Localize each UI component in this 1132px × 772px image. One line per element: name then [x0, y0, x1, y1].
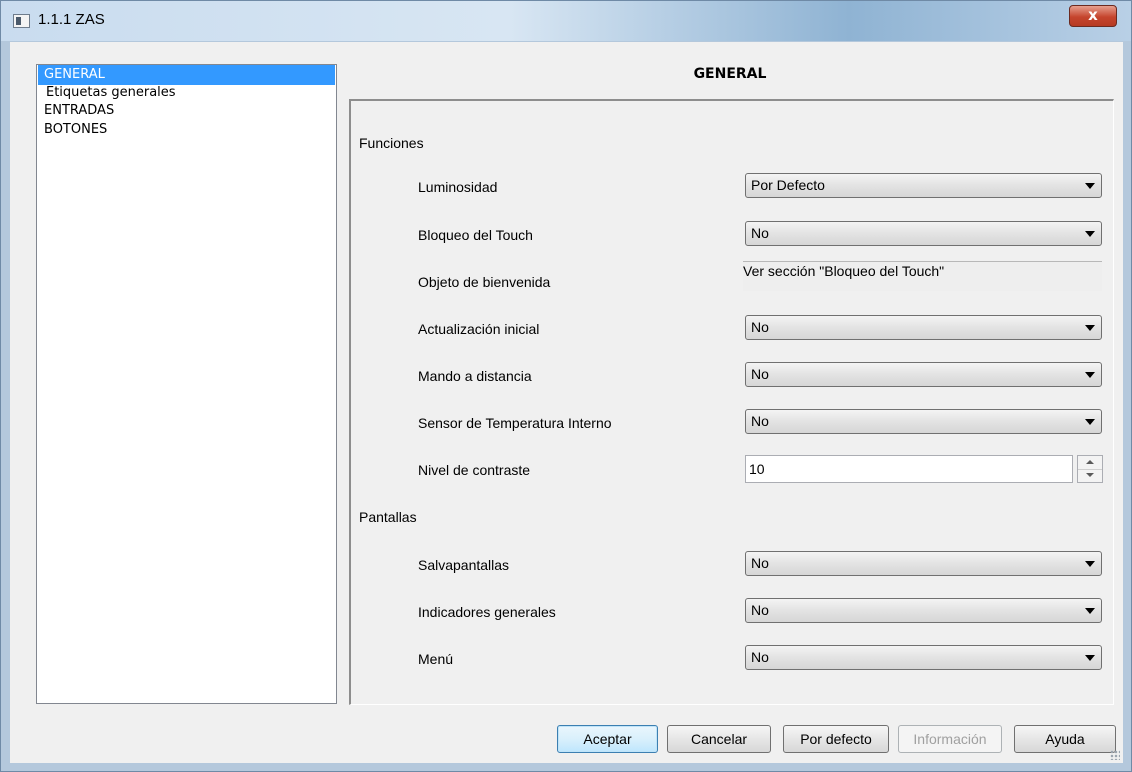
aceptar-button[interactable]: Aceptar	[557, 725, 658, 753]
label-bloqueo-touch: Bloqueo del Touch	[418, 227, 533, 243]
bloqueo-touch-value: No	[751, 225, 769, 241]
nivel-contraste-input[interactable]: 10	[745, 455, 1073, 483]
informacion-button: Información	[898, 725, 1002, 753]
window-title: 1.1.1 ZAS	[38, 11, 105, 28]
page-title: GENERAL	[693, 66, 767, 82]
chevron-down-icon	[1085, 231, 1095, 237]
label-menu: Menú	[418, 651, 454, 667]
salvapantallas-select[interactable]: No	[745, 551, 1102, 576]
title-bar[interactable]: 1.1.1 ZAS x	[1, 1, 1131, 41]
dialog-client-area: GENERAL Etiquetas generales ENTRADAS BOT…	[10, 42, 1123, 763]
sidebar-item-etiquetas-generales[interactable]: Etiquetas generales	[38, 83, 335, 103]
resize-grip-icon[interactable]	[1110, 750, 1120, 760]
section-heading-pantallas: Pantallas	[359, 509, 417, 525]
chevron-down-icon	[1085, 419, 1095, 425]
label-indicadores-generales: Indicadores generales	[418, 604, 556, 620]
objeto-bienvenida-readonly: Ver sección "Bloqueo del Touch"	[743, 261, 1102, 291]
close-button[interactable]: x	[1069, 5, 1117, 27]
indicadores-generales-value: No	[751, 602, 769, 618]
sidebar-item-general[interactable]: GENERAL	[38, 65, 335, 85]
chevron-down-icon	[1085, 372, 1095, 378]
menu-select[interactable]: No	[745, 645, 1102, 670]
chevron-down-icon	[1085, 325, 1095, 331]
chevron-down-icon	[1085, 561, 1095, 567]
label-luminosidad: Luminosidad	[418, 179, 498, 195]
luminosidad-value: Por Defecto	[751, 177, 825, 193]
label-objeto-bienvenida: Objeto de bienvenida	[418, 274, 551, 290]
actualizacion-inicial-select[interactable]: No	[745, 315, 1102, 340]
sensor-temperatura-select[interactable]: No	[745, 409, 1102, 434]
arrow-down-icon[interactable]	[1078, 469, 1102, 482]
label-salvapantallas: Salvapantallas	[418, 557, 510, 573]
indicadores-generales-select[interactable]: No	[745, 598, 1102, 623]
menu-value: No	[751, 649, 769, 665]
close-icon: x	[1088, 6, 1098, 24]
chevron-down-icon	[1085, 655, 1095, 661]
sidebar-item-botones[interactable]: BOTONES	[38, 120, 335, 140]
section-heading-funciones: Funciones	[359, 135, 424, 151]
arrow-up-icon[interactable]	[1078, 456, 1102, 470]
cancelar-button[interactable]: Cancelar	[667, 725, 771, 753]
sidebar-item-entradas[interactable]: ENTRADAS	[38, 101, 335, 121]
label-nivel-contraste: Nivel de contraste	[418, 462, 531, 478]
chevron-down-icon	[1085, 608, 1095, 614]
mando-distancia-value: No	[751, 366, 769, 382]
label-actualizacion-inicial: Actualización inicial	[418, 321, 540, 337]
window-app-icon	[13, 14, 30, 28]
salvapantallas-value: No	[751, 555, 769, 571]
chevron-down-icon	[1085, 183, 1095, 189]
label-mando-distancia: Mando a distancia	[418, 368, 532, 384]
actualizacion-inicial-value: No	[751, 319, 769, 335]
label-sensor-temperatura: Sensor de Temperatura Interno	[418, 415, 612, 431]
ayuda-button[interactable]: Ayuda	[1014, 725, 1116, 753]
sensor-temperatura-value: No	[751, 413, 769, 429]
por-defecto-button[interactable]: Por defecto	[783, 725, 889, 753]
bloqueo-touch-select[interactable]: No	[745, 221, 1102, 246]
mando-distancia-select[interactable]: No	[745, 362, 1102, 387]
settings-panel: Funciones Luminosidad Por Defecto Bloque…	[349, 99, 1114, 705]
luminosidad-select[interactable]: Por Defecto	[745, 173, 1102, 198]
sidebar-tree[interactable]: GENERAL Etiquetas generales ENTRADAS BOT…	[36, 64, 337, 704]
nivel-contraste-spinner[interactable]	[1077, 455, 1103, 483]
dialog-window: 1.1.1 ZAS x GENERAL Etiquetas generales …	[0, 0, 1132, 772]
